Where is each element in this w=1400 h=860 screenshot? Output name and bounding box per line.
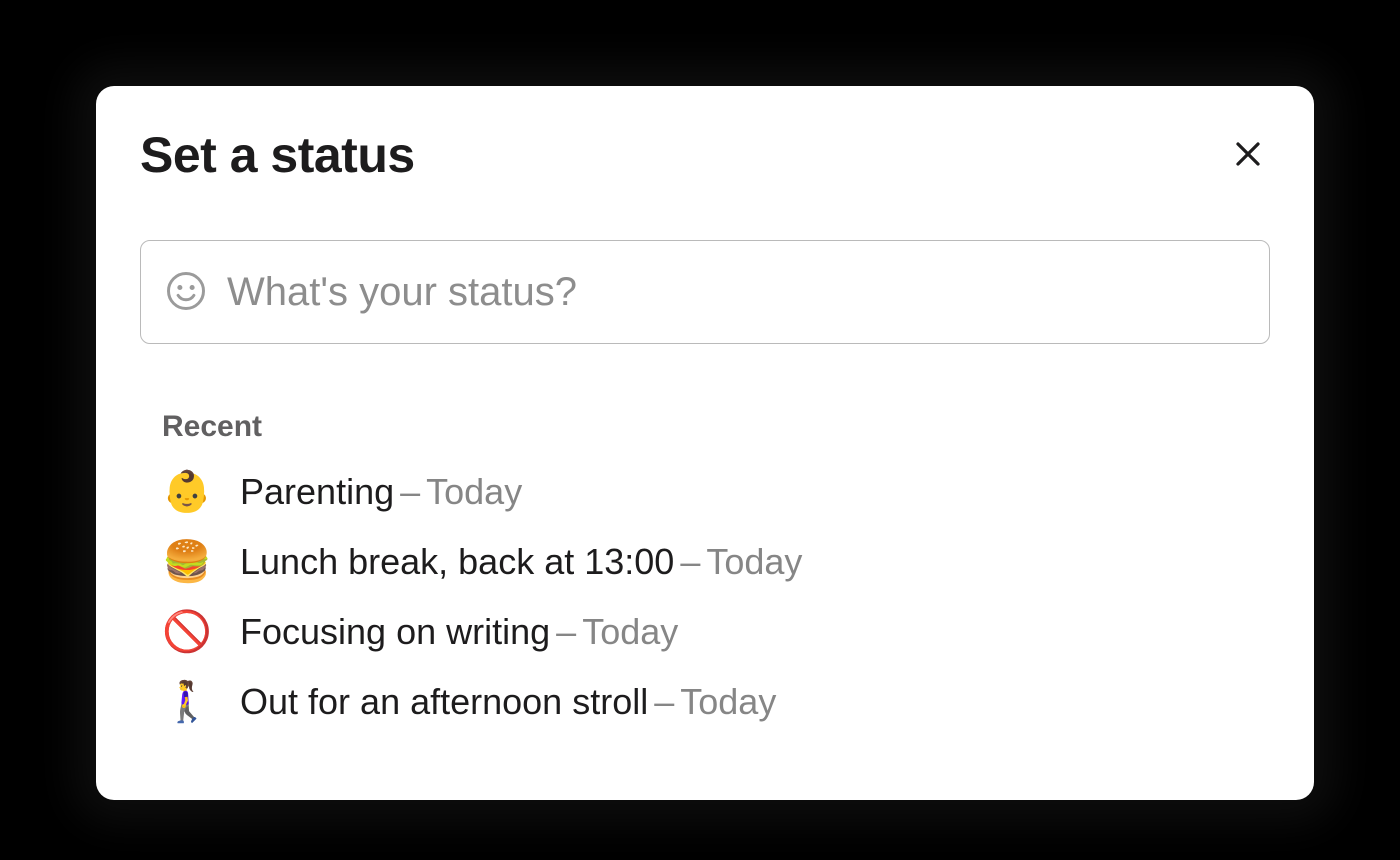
recent-item-duration: Today — [426, 474, 522, 510]
recent-item-parenting[interactable]: 👶 Parenting – Today — [162, 472, 1270, 512]
recent-item-separator: – — [400, 474, 420, 510]
emoji-picker-button[interactable] — [163, 269, 209, 315]
close-icon — [1233, 139, 1263, 172]
no-entry-icon: 🚫 — [162, 612, 214, 652]
recent-item-separator: – — [680, 544, 700, 580]
recent-item-label: Parenting — [240, 474, 394, 510]
recent-item-separator: – — [556, 614, 576, 650]
close-button[interactable] — [1226, 133, 1270, 177]
modal-header: Set a status — [140, 126, 1270, 184]
recent-item-duration: Today — [582, 614, 678, 650]
recent-item-focusing[interactable]: 🚫 Focusing on writing – Today — [162, 612, 1270, 652]
recent-item-duration: Today — [706, 544, 802, 580]
recent-heading: Recent — [162, 410, 1270, 444]
recent-item-label: Out for an afternoon stroll — [240, 684, 648, 720]
baby-icon: 👶 — [162, 472, 214, 512]
set-status-modal: Set a status Recent — [96, 86, 1314, 800]
recent-item-label: Focusing on writing — [240, 614, 550, 650]
woman-walking-icon: 🚶‍♀️ — [162, 682, 214, 722]
recent-item-duration: Today — [680, 684, 776, 720]
recent-list: 👶 Parenting – Today 🍔 Lunch break, back … — [162, 472, 1270, 722]
recent-item-stroll[interactable]: 🚶‍♀️ Out for an afternoon stroll – Today — [162, 682, 1270, 722]
status-input[interactable] — [227, 270, 1247, 315]
hamburger-icon: 🍔 — [162, 542, 214, 582]
recent-section: Recent 👶 Parenting – Today 🍔 Lunch break… — [140, 410, 1270, 722]
recent-item-label: Lunch break, back at 13:00 — [240, 544, 674, 580]
status-input-container[interactable] — [140, 240, 1270, 344]
recent-item-separator: – — [654, 684, 674, 720]
recent-item-lunch[interactable]: 🍔 Lunch break, back at 13:00 – Today — [162, 542, 1270, 582]
smiley-icon — [165, 270, 207, 315]
modal-title: Set a status — [140, 126, 415, 184]
